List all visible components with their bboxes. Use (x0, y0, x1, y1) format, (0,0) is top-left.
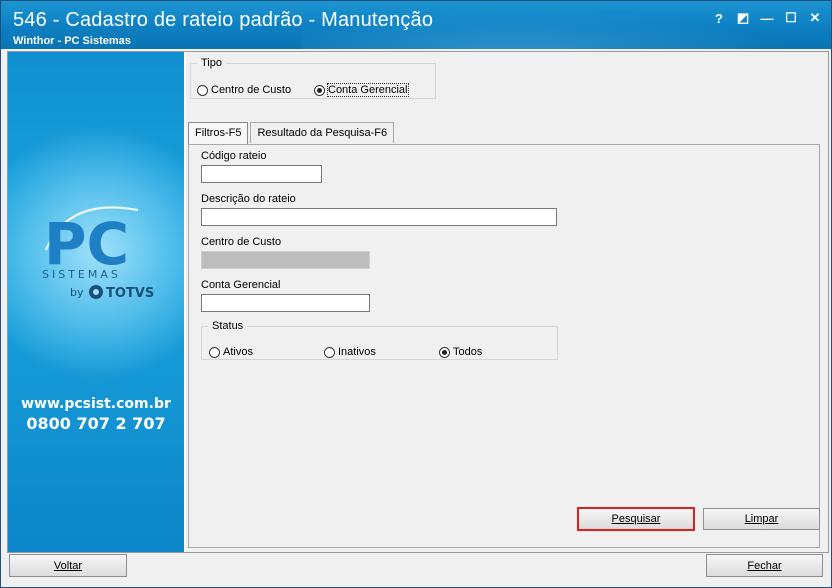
brand-sidebar: PC SISTEMAS by TOTVS www.pcsist.com.br 0… (8, 52, 184, 552)
radio-inativos[interactable]: Inativos (324, 346, 376, 358)
fechar-button[interactable]: Fechar (706, 554, 823, 577)
radio-centro-de-custo[interactable]: Centro de Custo (197, 84, 291, 96)
voltar-button[interactable]: Voltar (9, 554, 127, 577)
filters-panel: Código rateio Descrição do rateio Centro… (188, 144, 820, 548)
tipo-legend: Tipo (201, 57, 222, 69)
limpar-button[interactable]: Limpar (703, 508, 820, 530)
pesquisar-button[interactable]: Pesquisar (577, 507, 695, 531)
radio-indicator (209, 346, 220, 358)
radio-indicator (324, 346, 335, 358)
tab-strip: Filtros-F5 Resultado da Pesquisa-F6 (188, 122, 396, 144)
centro-custo-input (201, 251, 370, 269)
window-controls: ? ◩ — ☐ ✕ (709, 9, 825, 27)
centro-custo-label: Centro de Custo (201, 236, 282, 248)
tab-resultado-pesquisa[interactable]: Resultado da Pesquisa-F6 (250, 122, 395, 143)
radio-label: Ativos (223, 346, 253, 358)
pc-sistemas-logo: PC SISTEMAS by TOTVS (42, 206, 154, 301)
radio-todos[interactable]: Todos (439, 346, 482, 358)
app-window: 546 - Cadastro de rateio padrão - Manute… (0, 0, 832, 588)
window-title: 546 - Cadastro de rateio padrão - Manute… (13, 9, 434, 31)
tipo-group: Tipo Centro de Custo Conta Gerencial (190, 57, 436, 99)
radio-label: Inativos (338, 346, 376, 358)
status-legend: Status (212, 320, 244, 332)
pesquisar-label: Pesquisar (611, 513, 661, 525)
form-content: Tipo Centro de Custo Conta Gerencial Fil… (186, 52, 828, 552)
logo-subtext: SISTEMAS (42, 268, 121, 281)
conta-gerencial-input[interactable] (201, 294, 370, 312)
title-bar[interactable]: 546 - Cadastro de rateio padrão - Manute… (1, 1, 831, 49)
radio-indicator (197, 84, 208, 96)
close-icon[interactable]: ✕ (805, 9, 825, 27)
radio-indicator (314, 84, 325, 96)
window-subtitle: Winthor - PC Sistemas (13, 35, 131, 47)
descricao-rateio-label: Descrição do rateio (201, 193, 296, 205)
status-group: Status Ativos Inativos Todos (201, 320, 558, 360)
main-body: PC SISTEMAS by TOTVS www.pcsist.com.br 0… (7, 51, 829, 553)
codigo-rateio-input[interactable] (201, 165, 322, 183)
descricao-rateio-input[interactable] (201, 208, 557, 226)
radio-conta-gerencial[interactable]: Conta Gerencial (314, 83, 409, 97)
maximize-icon[interactable]: ☐ (781, 9, 801, 27)
limpar-label: Limpar (744, 513, 779, 525)
conta-gerencial-label: Conta Gerencial (201, 279, 281, 291)
phone-text: 0800 707 2 707 (26, 414, 166, 433)
logo-by-text: by (70, 286, 84, 299)
radio-ativos[interactable]: Ativos (209, 346, 253, 358)
radio-indicator (439, 346, 450, 358)
radio-label: Todos (453, 346, 483, 358)
tab-filtros[interactable]: Filtros-F5 (188, 122, 249, 144)
codigo-rateio-label: Código rateio (201, 150, 267, 162)
radio-label: Conta Gerencial (327, 83, 409, 97)
radio-label: Centro de Custo (211, 84, 292, 96)
fechar-label: Fechar (747, 559, 782, 572)
restore-layout-icon[interactable]: ◩ (733, 9, 753, 27)
minimize-icon[interactable]: — (757, 9, 777, 27)
website-text: www.pcsist.com.br (21, 396, 171, 412)
voltar-label: Voltar (53, 559, 83, 572)
brand-text: TOTVS (106, 286, 154, 301)
help-icon[interactable]: ? (709, 9, 729, 27)
